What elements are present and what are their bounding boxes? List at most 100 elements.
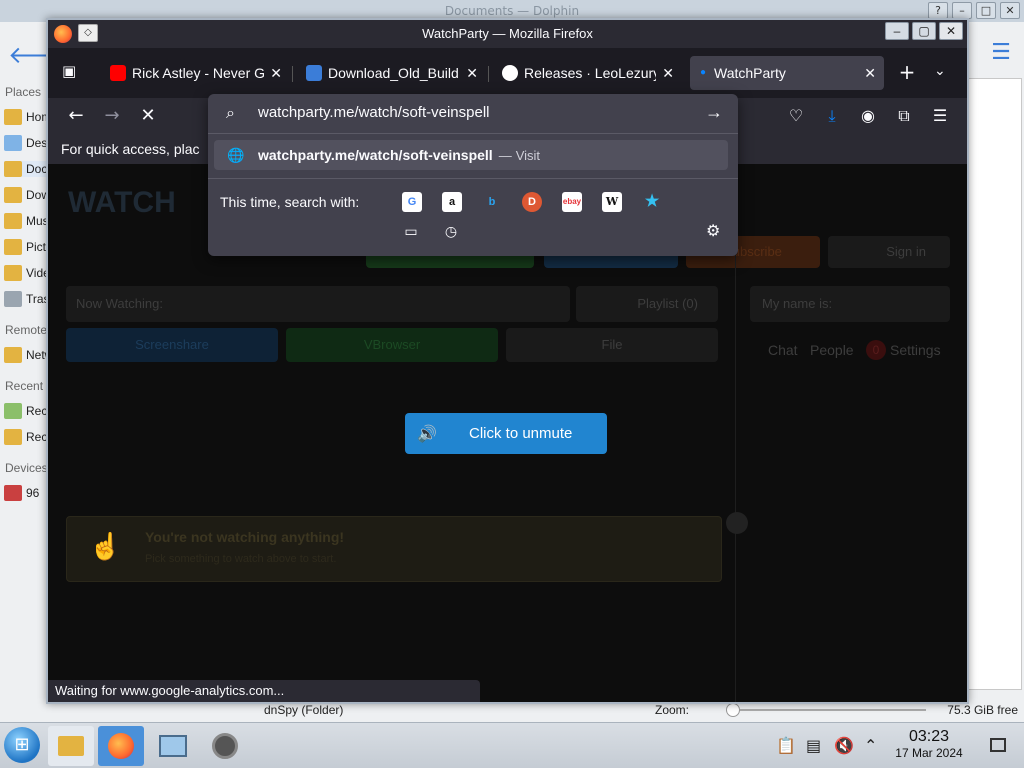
now-watching-input[interactable]: Now Watching: xyxy=(66,286,570,322)
tab-separator xyxy=(488,66,489,82)
ebay-icon[interactable]: ebay xyxy=(562,192,582,212)
tab-settings[interactable]: Settings xyxy=(890,342,941,358)
youtube-icon xyxy=(110,65,126,81)
close-tab-icon[interactable]: ✕ xyxy=(270,65,282,82)
maximize-button[interactable]: ▢ xyxy=(912,22,936,40)
help-button[interactable]: ? xyxy=(928,2,948,19)
suggestion-action: Visit xyxy=(515,147,541,163)
firefox-logo-icon xyxy=(108,733,134,759)
history-clock-icon[interactable]: ◷ xyxy=(442,222,460,240)
dolphin-file-view[interactable] xyxy=(966,78,1022,690)
bookmarks-star-icon[interactable]: ★ xyxy=(642,192,662,212)
sidebar-item-device[interactable]: 96 xyxy=(4,485,39,501)
minimize-button[interactable]: – xyxy=(952,2,972,19)
firefox-titlebar: ◇ WatchParty — Mozilla Firefox – ▢ ✕ xyxy=(48,20,967,48)
start-menu-button[interactable]: ⊞ xyxy=(4,727,40,763)
forward-button[interactable]: → xyxy=(98,102,126,130)
tab-label: Download_Old_Build xyxy=(328,65,459,81)
folder-icon xyxy=(4,187,22,203)
tab-releases[interactable]: Releases · LeoLezury ✕ xyxy=(494,56,682,90)
sign-in-button[interactable]: Sign in xyxy=(828,236,950,268)
vbrowser-button[interactable]: VBrowser xyxy=(286,328,498,362)
duckduckgo-icon[interactable]: D xyxy=(522,192,542,212)
globe-icon: 🌐 xyxy=(227,146,245,163)
suggestion-url: watchparty.me/watch/soft-veinspell xyxy=(258,147,493,163)
recent-heading: Recent xyxy=(5,379,44,393)
pin-icon[interactable]: ◇ xyxy=(78,24,98,42)
storage-icon[interactable]: ▤ xyxy=(806,736,821,755)
app-menu-icon[interactable]: ☰ xyxy=(928,104,952,128)
amazon-icon[interactable]: a xyxy=(442,192,462,212)
url-input[interactable]: watchparty.me/watch/soft-veinspell xyxy=(258,104,489,121)
recent-files-icon xyxy=(4,403,22,419)
file-button[interactable]: File xyxy=(506,328,718,362)
suggestion-separator: — xyxy=(498,147,512,163)
stop-button[interactable]: ✕ xyxy=(134,102,162,130)
zoom-slider-track[interactable] xyxy=(726,709,926,711)
not-watching-subtitle: Pick something to watch above to start. xyxy=(145,553,337,565)
tab-watchparty[interactable]: ● WatchParty ✕ xyxy=(690,56,884,90)
go-arrow-icon[interactable]: → xyxy=(705,102,723,123)
close-button[interactable]: ✕ xyxy=(939,22,963,40)
tab-strip: ▣ Rick Astley - Never G ✕ Download_Old_B… xyxy=(48,48,967,98)
tab-chat[interactable]: Chat xyxy=(768,342,798,358)
search-settings-gear-icon[interactable]: ⚙ xyxy=(706,221,720,241)
drive-icon xyxy=(4,485,22,501)
remote-heading: Remote xyxy=(5,323,48,337)
tabs-icon[interactable]: ▭ xyxy=(402,222,420,240)
zoom-label: Zoom: xyxy=(655,703,690,717)
dnspy-taskbar-icon[interactable] xyxy=(202,726,248,766)
close-tab-icon[interactable]: ✕ xyxy=(466,65,478,82)
close-button[interactable]: ✕ xyxy=(1000,2,1020,19)
firefox-taskbar-icon[interactable] xyxy=(98,726,144,766)
tray-expand-icon[interactable]: ⌃ xyxy=(864,736,877,755)
google-icon[interactable]: G xyxy=(402,192,422,212)
loading-dot-icon: ● xyxy=(699,67,707,78)
folder-icon xyxy=(4,239,22,255)
folder-icon xyxy=(4,265,22,281)
clipboard-icon[interactable]: 📋 xyxy=(776,736,796,755)
folder-icon xyxy=(4,161,22,177)
tab-rick-astley[interactable]: Rick Astley - Never G ✕ xyxy=(102,56,290,90)
file-manager-taskbar-icon[interactable] xyxy=(48,726,94,766)
back-button[interactable]: ← xyxy=(62,102,90,130)
search-with-label: This time, search with: xyxy=(220,194,360,210)
firefox-logo-icon xyxy=(54,25,72,43)
taskbar: ⊞ 📋 ▤ 🔇 ⌃ 03:23 17 Mar 2024 xyxy=(0,722,1024,768)
playlist-button[interactable]: Playlist (0) xyxy=(576,286,718,322)
system-settings-taskbar-icon[interactable] xyxy=(150,726,196,766)
close-tab-icon[interactable]: ✕ xyxy=(864,65,876,82)
firefox-view-icon[interactable]: ▣ xyxy=(62,62,82,82)
status-panel: Waiting for www.google-analytics.com... xyxy=(48,680,480,702)
account-icon[interactable]: ◉ xyxy=(856,104,880,128)
clock[interactable]: 03:23 17 Mar 2024 xyxy=(888,728,970,760)
tab-people[interactable]: People xyxy=(810,342,854,358)
close-tab-icon[interactable]: ✕ xyxy=(662,65,674,82)
speaker-icon: 🔊 xyxy=(417,425,437,443)
folder-icon xyxy=(4,109,22,125)
new-tab-button[interactable]: + xyxy=(896,62,918,84)
pocket-icon[interactable]: ♡ xyxy=(784,104,808,128)
volume-muted-icon[interactable]: 🔇 xyxy=(834,736,854,755)
show-desktop-button[interactable] xyxy=(990,738,1006,752)
maximize-button[interactable]: □ xyxy=(976,2,996,19)
wikipedia-icon[interactable]: W xyxy=(602,192,622,212)
url-suggestion[interactable]: 🌐 watchparty.me/watch/soft-veinspell — V… xyxy=(214,140,728,170)
github-icon xyxy=(502,65,518,81)
hamburger-menu-icon[interactable]: ☰ xyxy=(986,40,1016,68)
urlbar-input-row[interactable]: ⌕ watchparty.me/watch/soft-veinspell → xyxy=(208,94,738,134)
bing-icon[interactable]: b xyxy=(482,192,502,212)
places-heading: Places xyxy=(5,85,42,99)
folder-icon xyxy=(58,736,84,756)
zoom-slider-handle[interactable] xyxy=(726,703,740,717)
download-icon[interactable]: ⤓ xyxy=(820,104,844,128)
collapse-panel-button[interactable] xyxy=(726,512,748,534)
tab-download-old-build[interactable]: Download_Old_Build ✕ xyxy=(298,56,486,90)
extensions-icon[interactable]: ⧉ xyxy=(892,104,916,128)
people-count-badge: 0 xyxy=(866,340,886,360)
screenshare-button[interactable]: Screenshare xyxy=(66,328,278,362)
my-name-input[interactable]: My name is: xyxy=(750,286,950,322)
unmute-button[interactable]: 🔊 Click to unmute xyxy=(405,413,607,454)
minimize-button[interactable]: – xyxy=(885,22,909,40)
list-all-tabs-button[interactable]: ⌄ xyxy=(934,63,946,79)
